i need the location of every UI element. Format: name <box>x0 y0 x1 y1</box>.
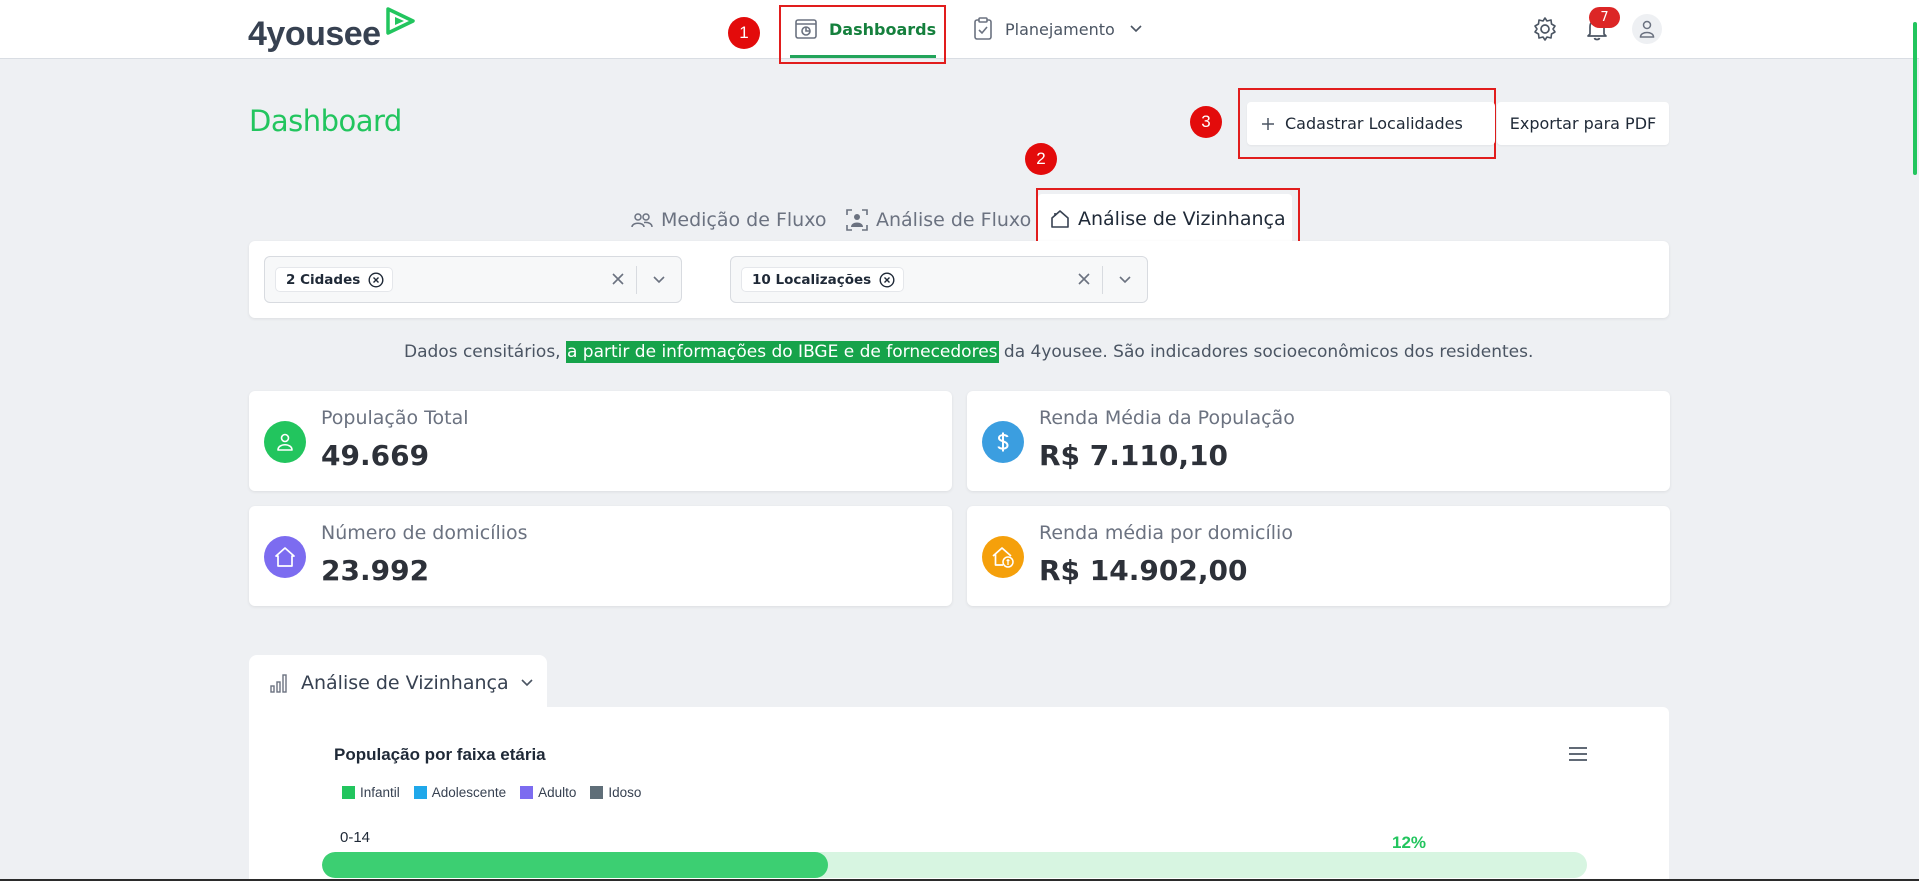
metric-card-renda-domicilio: Renda média por domicílio R$ 14.902,00 <box>967 506 1670 606</box>
select-divider <box>1102 266 1103 294</box>
plus-icon <box>1262 117 1274 130</box>
chart-panel: População por faixa etária Infantil Adol… <box>249 707 1669 881</box>
info-highlight: a partir de informações do IBGE e de for… <box>565 341 999 363</box>
category-label: 0-14 <box>340 829 371 846</box>
legend-swatch <box>520 786 534 799</box>
nav-planejamento[interactable]: Planejamento <box>973 14 1143 44</box>
tab-vizinhanca-label: Análise de Vizinhança <box>1078 208 1286 230</box>
section-label: Análise de Vizinhança <box>301 672 509 694</box>
card-value: R$ 14.902,00 <box>1039 554 1248 587</box>
cidades-select[interactable]: 2 Cidades <box>264 256 682 303</box>
card-value: 49.669 <box>321 439 430 472</box>
hamburger-menu-icon[interactable] <box>1567 745 1589 763</box>
metric-card-renda-media: Renda Média da População R$ 7.110,10 <box>967 391 1670 491</box>
card-icon-bg <box>264 421 306 463</box>
select-divider <box>636 266 637 294</box>
house-outline-icon <box>1051 210 1069 228</box>
legend-item-adulto[interactable]: Adulto <box>520 785 576 800</box>
cadastrar-localidades-button[interactable]: Cadastrar Localidades <box>1247 102 1495 145</box>
info-prefix: Dados censitários, <box>404 342 566 362</box>
remove-circle-icon[interactable] <box>368 271 384 288</box>
card-icon-bg <box>982 421 1024 463</box>
card-value: R$ 7.110,10 <box>1039 439 1228 472</box>
dollar-icon <box>997 432 1009 452</box>
bar-fill[interactable] <box>322 852 828 878</box>
chevron-down-icon[interactable] <box>1117 272 1133 288</box>
tab-medicao-label: Medição de Fluxo <box>661 209 827 231</box>
chevron-down-icon <box>521 679 533 687</box>
highlight-box-dashboards <box>779 5 946 64</box>
cidades-chip: 2 Cidades <box>275 267 394 292</box>
annotation-badge-3: 3 <box>1190 106 1222 138</box>
legend-swatch <box>342 786 355 799</box>
legend-label: Adolescente <box>431 785 507 800</box>
localizacoes-chip: 10 Localizações <box>741 267 905 292</box>
tab-medicao-fluxo[interactable]: Medição de Fluxo <box>631 206 827 234</box>
person-icon <box>277 433 293 451</box>
logo[interactable]: 4yousee <box>248 6 415 54</box>
logo-text: 4yousee <box>248 15 381 53</box>
card-label: Renda Média da População <box>1039 407 1295 429</box>
card-value: 23.992 <box>321 554 430 587</box>
house-dollar-icon <box>992 547 1014 568</box>
tab-analise-vizinhanca[interactable]: Análise de Vizinhança <box>1038 194 1292 244</box>
user-scan-icon <box>846 209 868 231</box>
info-suffix: da 4yousee. São indicadores socioeconômi… <box>998 342 1534 362</box>
filter-panel: 2 Cidades 10 Localizações <box>249 241 1669 318</box>
localizacoes-select[interactable]: 10 Localizações <box>730 256 1148 303</box>
exportar-label: Exportar para PDF <box>1509 114 1657 133</box>
bar-track <box>322 852 1587 878</box>
house-icon <box>275 547 295 567</box>
chevron-down-icon <box>1130 25 1142 33</box>
tab-analise-label: Análise de Fluxo <box>876 209 1032 231</box>
scrollbar-thumb[interactable] <box>1913 22 1917 175</box>
cidades-chip-label: 2 Cidades <box>286 271 361 288</box>
exportar-pdf-button[interactable]: Exportar para PDF <box>1497 102 1669 145</box>
annotation-badge-2: 2 <box>1025 143 1057 175</box>
legend-swatch <box>590 786 604 799</box>
chart-title: População por faixa etária <box>334 745 546 764</box>
census-info-text: Dados censitários, a partir de informaçõ… <box>404 341 1534 363</box>
card-icon-bg <box>982 536 1024 578</box>
data-label: 12% <box>1392 833 1427 852</box>
card-icon-bg <box>264 536 306 578</box>
logo-play-icon <box>386 7 415 35</box>
card-label: Número de domicílios <box>321 522 528 544</box>
chart-legend: Infantil Adolescente Adulto Idoso <box>342 785 641 800</box>
legend-item-idoso[interactable]: Idoso <box>590 785 641 800</box>
section-selector-vizinhanca[interactable]: Análise de Vizinhança <box>249 655 547 711</box>
top-navbar: 4yousee Dashboards Planejamento 7 <box>0 0 1919 59</box>
card-label: Renda média por domicílio <box>1039 522 1293 544</box>
legend-swatch <box>413 786 427 799</box>
page-title: Dashboard <box>249 104 402 138</box>
clipboard-check-icon <box>974 17 992 40</box>
legend-label: Adulto <box>538 785 577 800</box>
notification-count-badge: 7 <box>1589 7 1620 28</box>
user-icon <box>1639 20 1655 38</box>
legend-item-adolescente[interactable]: Adolescente <box>413 785 507 800</box>
users-icon <box>631 213 653 228</box>
user-avatar-button[interactable] <box>1632 14 1662 44</box>
annotation-badge-1: 1 <box>728 17 760 49</box>
nav-planejamento-label: Planejamento <box>1005 19 1115 39</box>
legend-label: Idoso <box>608 785 642 800</box>
legend-label: Infantil <box>360 785 400 800</box>
remove-circle-icon[interactable] <box>879 271 895 288</box>
clear-icon[interactable] <box>609 270 627 288</box>
cadastrar-label: Cadastrar Localidades <box>1285 114 1463 133</box>
clear-icon[interactable] <box>1075 270 1093 288</box>
legend-item-infantil[interactable]: Infantil <box>342 785 400 800</box>
chevron-down-icon[interactable] <box>651 272 667 288</box>
tab-analise-fluxo[interactable]: Análise de Fluxo <box>846 206 1031 234</box>
bar-chart-icon <box>270 674 287 693</box>
gear-icon[interactable] <box>1532 16 1558 42</box>
metric-card-domicilios: Número de domicílios 23.992 <box>249 506 952 606</box>
metric-card-populacao: População Total 49.669 <box>249 391 952 491</box>
localizacoes-chip-label: 10 Localizações <box>752 271 872 288</box>
card-label: População Total <box>321 407 469 429</box>
